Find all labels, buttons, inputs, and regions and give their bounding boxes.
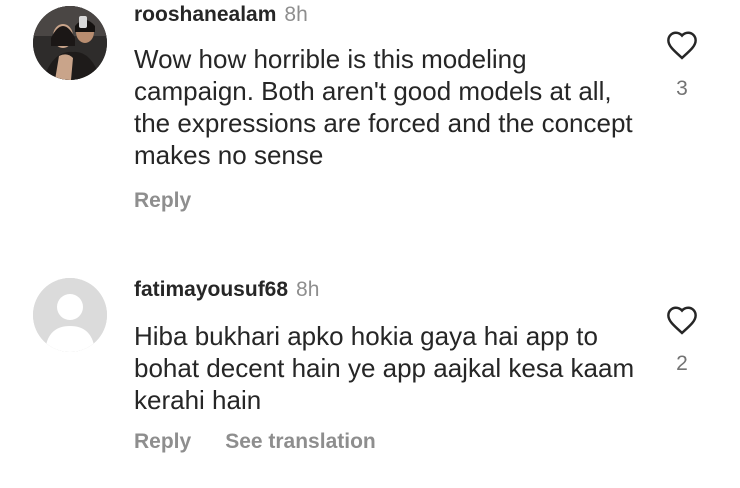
comment-actions: Reply See translation bbox=[134, 430, 644, 454]
avatar[interactable] bbox=[33, 6, 107, 80]
reply-button[interactable]: Reply bbox=[134, 430, 191, 453]
see-translation-button[interactable]: See translation bbox=[225, 430, 376, 453]
avatar[interactable] bbox=[33, 278, 107, 352]
username[interactable]: fatimayousuf68 bbox=[134, 278, 288, 301]
comment-meta: fatimayousuf68 8h bbox=[134, 278, 644, 302]
reply-button[interactable]: Reply bbox=[134, 189, 191, 212]
comment-text: Wow how horrible is this modeling campai… bbox=[134, 44, 633, 170]
heart-icon[interactable] bbox=[665, 30, 699, 60]
username[interactable]: rooshanealam bbox=[134, 3, 276, 26]
comment-item: rooshanealam 8h Wow how horrible is this … bbox=[0, 0, 740, 240]
like-area: 3 bbox=[660, 30, 704, 101]
timestamp: 8h bbox=[296, 278, 320, 301]
heart-icon[interactable] bbox=[665, 305, 699, 335]
profile-photo-icon bbox=[33, 6, 107, 80]
timestamp: 8h bbox=[284, 3, 308, 26]
comment-item: fatimayousuf68 8h Hiba bukhari apko hokia… bbox=[0, 270, 740, 480]
comment-text: Hiba bukhari apko hokia gaya hai app to … bbox=[134, 321, 635, 415]
comment-actions: Reply bbox=[134, 189, 644, 213]
like-count: 3 bbox=[676, 77, 688, 100]
like-area: 2 bbox=[660, 305, 704, 376]
comment-meta: rooshanealam 8h bbox=[134, 3, 644, 27]
default-avatar-icon bbox=[33, 278, 107, 352]
like-count: 2 bbox=[676, 352, 688, 375]
